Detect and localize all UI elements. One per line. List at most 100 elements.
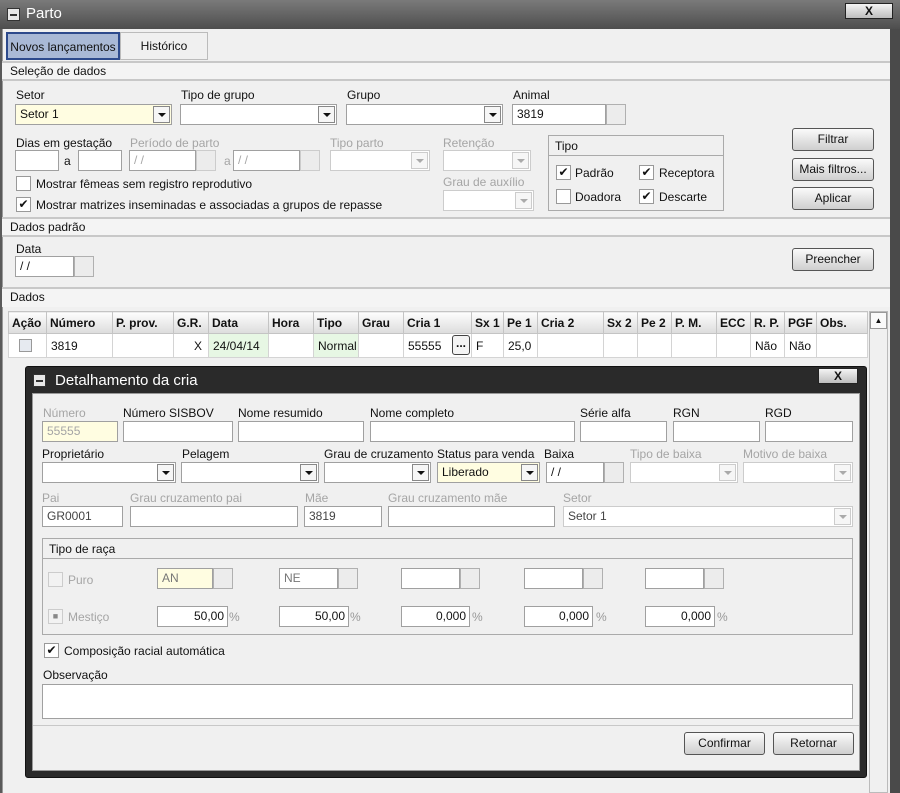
gr-cell[interactable]: X [173, 333, 209, 358]
col-numero[interactable]: Número [46, 311, 113, 334]
proprietario-select[interactable] [42, 462, 176, 483]
observacao-textarea[interactable] [42, 684, 853, 719]
raca-5-input[interactable] [645, 568, 704, 589]
baixa-input[interactable]: / / [546, 462, 604, 483]
col-pe1[interactable]: Pe 1 [503, 311, 538, 334]
retencao-select[interactable] [443, 150, 531, 171]
periodo-ate-input[interactable]: / / [233, 150, 300, 171]
matrizes-checkbox[interactable]: ✔ [16, 197, 31, 212]
pe2-cell[interactable] [637, 333, 672, 358]
descarte-checkbox[interactable]: ✔ [639, 189, 654, 204]
acao-checkbox[interactable] [19, 339, 32, 352]
periodo-de-input[interactable]: / / [129, 150, 196, 171]
pai-input[interactable]: GR0001 [42, 506, 123, 527]
pm-cell[interactable] [671, 333, 717, 358]
dialog-close-button[interactable]: X [818, 368, 858, 384]
preencher-button[interactable]: Preencher [792, 248, 874, 271]
chevron-down-icon[interactable] [318, 106, 335, 123]
col-hora[interactable]: Hora [268, 311, 314, 334]
tab-historico[interactable]: Histórico [120, 32, 208, 60]
col-gr[interactable]: G.R. [173, 311, 209, 334]
col-pe2[interactable]: Pe 2 [637, 311, 672, 334]
receptora-checkbox[interactable]: ✔ [639, 165, 654, 180]
col-obs[interactable]: Obs. [816, 311, 868, 334]
chevron-down-icon[interactable] [157, 464, 174, 481]
cria1-detail-button[interactable]: ... [452, 335, 470, 355]
mais-filtros-button[interactable]: Mais filtros... [792, 158, 874, 181]
col-acao[interactable]: Ação [8, 311, 47, 334]
col-sx1[interactable]: Sx 1 [471, 311, 504, 334]
mae-input[interactable]: 3819 [304, 506, 382, 527]
dias-de-input[interactable] [15, 150, 59, 171]
cria1-cell[interactable]: 55555... [403, 333, 472, 358]
pgf-cell[interactable]: Não [784, 333, 817, 358]
percentual-1-input[interactable]: 50,00 [157, 606, 228, 627]
raca-4-input[interactable] [524, 568, 583, 589]
rp-cell[interactable]: Não [750, 333, 785, 358]
mestico-checkbox[interactable]: ■ [48, 609, 63, 624]
chevron-down-icon[interactable] [834, 508, 851, 525]
calendar-button[interactable] [196, 150, 216, 171]
tipo-cell[interactable]: Normal [313, 333, 359, 358]
percentual-4-input[interactable]: 0,000 [524, 606, 593, 627]
numero-input[interactable]: 55555 [42, 421, 118, 442]
tipo-parto-select[interactable] [330, 150, 430, 171]
animal-input[interactable]: 3819 [512, 104, 606, 125]
status-venda-select[interactable]: Liberado [437, 462, 540, 483]
chevron-down-icon[interactable] [834, 464, 851, 481]
percentual-2-input[interactable]: 50,00 [279, 606, 349, 627]
sx2-cell[interactable] [603, 333, 638, 358]
chevron-down-icon[interactable] [300, 464, 317, 481]
ecc-cell[interactable] [716, 333, 751, 358]
doadora-checkbox[interactable] [556, 189, 571, 204]
percentual-3-input[interactable]: 0,000 [401, 606, 470, 627]
grupo-select[interactable] [346, 104, 503, 125]
calendar-button[interactable] [300, 150, 320, 171]
raca-3-search-button[interactable] [460, 568, 480, 589]
raca-2-search-button[interactable] [338, 568, 358, 589]
col-cria2[interactable]: Cria 2 [537, 311, 604, 334]
padrao-checkbox[interactable]: ✔ [556, 165, 571, 180]
tab-novos-lancamentos[interactable]: Novos lançamentos [6, 32, 120, 60]
chevron-down-icon[interactable] [515, 192, 532, 209]
nome-resumido-input[interactable] [238, 421, 364, 442]
puro-checkbox[interactable] [48, 572, 63, 587]
col-tipo[interactable]: Tipo [313, 311, 359, 334]
calendar-button[interactable] [74, 256, 94, 277]
raca-3-input[interactable] [401, 568, 460, 589]
sx1-cell[interactable]: F [471, 333, 504, 358]
col-ecc[interactable]: ECC [716, 311, 751, 334]
acao-cell[interactable] [8, 333, 47, 358]
grau-pai-input[interactable] [130, 506, 298, 527]
col-pgf[interactable]: PGF [784, 311, 817, 334]
data-cell[interactable]: 24/04/14 [208, 333, 269, 358]
col-pm[interactable]: P. M. [671, 311, 717, 334]
scroll-up-icon[interactable]: ▲ [870, 312, 887, 329]
minimize-icon[interactable] [33, 374, 46, 387]
setor-select[interactable]: Setor 1 [563, 506, 853, 527]
tipo-baixa-select[interactable] [630, 462, 738, 483]
percentual-5-input[interactable]: 0,000 [645, 606, 715, 627]
data-input[interactable]: / / [15, 256, 74, 277]
confirmar-button[interactable]: Confirmar [684, 732, 765, 755]
dias-ate-input[interactable] [78, 150, 122, 171]
animal-search-button[interactable] [606, 104, 626, 125]
col-cria1[interactable]: Cria 1 [403, 311, 472, 334]
raca-1-search-button[interactable] [213, 568, 233, 589]
col-sx2[interactable]: Sx 2 [603, 311, 638, 334]
grau-mae-input[interactable] [388, 506, 555, 527]
raca-5-search-button[interactable] [704, 568, 724, 589]
grau-auxilio-select[interactable] [443, 190, 534, 211]
grau-cruzamento-select[interactable] [324, 462, 431, 483]
calendar-button[interactable] [604, 462, 624, 483]
chevron-down-icon[interactable] [411, 152, 428, 169]
col-grau[interactable]: Grau [358, 311, 404, 334]
p-prov-cell[interactable] [112, 333, 174, 358]
chevron-down-icon[interactable] [484, 106, 501, 123]
hora-cell[interactable] [268, 333, 314, 358]
setor-select[interactable]: Setor 1 [15, 104, 172, 125]
retornar-button[interactable]: Retornar [773, 732, 854, 755]
table-scrollbar[interactable]: ▲ [869, 311, 888, 793]
composicao-checkbox[interactable]: ✔ [44, 643, 59, 658]
obs-cell[interactable] [816, 333, 868, 358]
